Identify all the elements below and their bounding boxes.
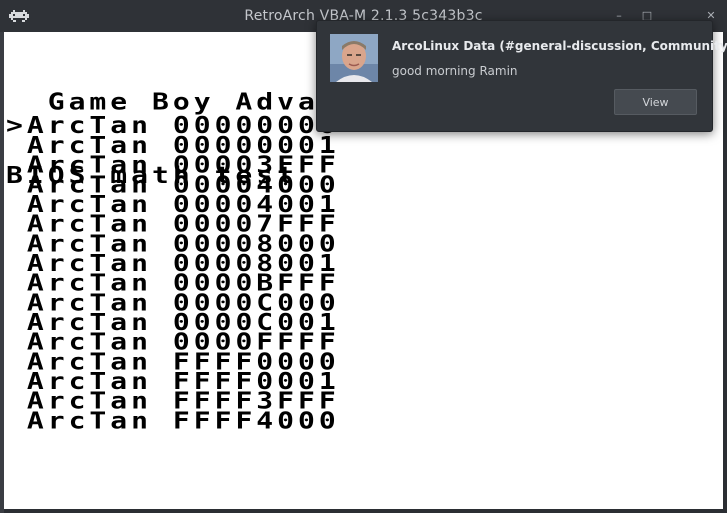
retroarch-window: RetroArch VBA-M 2.1.3 5c343b3c – □ ✕ Gam… <box>0 0 727 513</box>
cursor-slot <box>6 407 27 434</box>
notification-title: ArcoLinux Data (#general-discussion, Com… <box>392 39 727 53</box>
notification-body: good morning Ramin <box>392 64 518 78</box>
desktop-notification[interactable]: ArcoLinux Data (#general-discussion, Com… <box>316 20 727 132</box>
result-value: FFFF4000 <box>172 407 340 435</box>
test-results-list: >ArcTan 00000000 ArcTan 00000001 ArcTan … <box>6 114 340 432</box>
test-result-row: ArcTan FFFF4000 <box>6 409 340 432</box>
user-avatar <box>330 34 378 82</box>
view-button[interactable]: View <box>614 89 697 115</box>
result-label: ArcTan <box>26 407 153 435</box>
